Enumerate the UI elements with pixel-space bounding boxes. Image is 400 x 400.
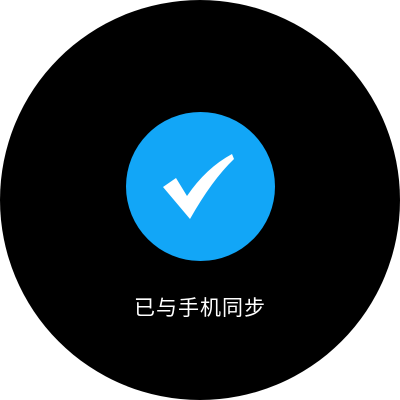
checkmark-icon — [163, 154, 234, 219]
sync-status-message: 已与手机同步 — [134, 296, 266, 320]
watch-screen: 已与手机同步 — [0, 0, 400, 400]
success-badge — [126, 112, 275, 261]
